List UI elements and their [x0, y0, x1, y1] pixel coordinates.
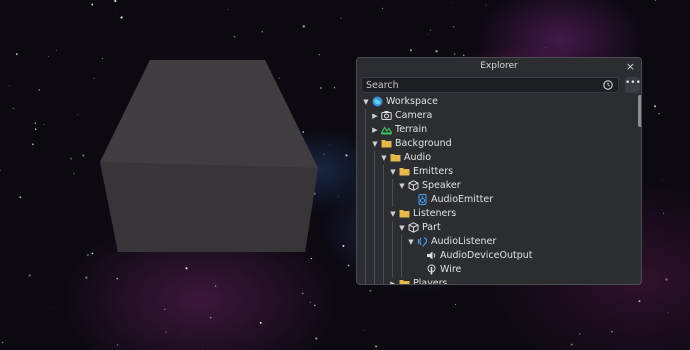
tree-item-label: AudioEmitter [431, 194, 494, 205]
search-placeholder: Search [366, 80, 399, 91]
explorer-title: Explorer [480, 61, 518, 71]
tree-item-camera[interactable]: ▶ Camera [357, 109, 637, 123]
folder-icon [390, 152, 401, 163]
tree-item-players[interactable]: ▶ Players [357, 277, 637, 285]
terrain-icon [380, 124, 393, 135]
expanded-arrow-icon[interactable]: ▼ [398, 221, 406, 235]
expanded-arrow-icon[interactable]: ▼ [389, 165, 397, 179]
tree-item-audio[interactable]: ▼ Audio [357, 151, 637, 165]
tree-item-label: Workspace [386, 96, 438, 107]
tree-item-label: Camera [395, 110, 433, 121]
tree-item-label: Players [413, 278, 448, 285]
tree-item-audiodeviceoutput[interactable]: AudioDeviceOutput [357, 249, 637, 263]
tree-item-label: AudioDeviceOutput [440, 250, 533, 261]
tree-item-label: Listeners [413, 208, 457, 219]
explorer-tree: ▼ Workspace ▶ Camera ▶ Terrain ▼ Background ▼ Aud… [357, 95, 637, 285]
expanded-arrow-icon[interactable]: ▼ [380, 151, 388, 165]
collapsed-arrow-icon[interactable]: ▶ [389, 277, 397, 284]
expanded-arrow-icon[interactable]: ▼ [398, 179, 406, 193]
tree-item-label: Wire [440, 264, 462, 275]
camera-icon [381, 110, 392, 121]
search-row: Search ••• [361, 77, 641, 93]
folder-icon [399, 166, 410, 177]
expanded-arrow-icon[interactable]: ▼ [407, 235, 415, 249]
audio-listener-icon [417, 236, 428, 247]
tree-item-audiolistener[interactable]: ▼ AudioListener [357, 235, 637, 249]
audio-emitter-icon [417, 194, 428, 205]
expanded-arrow-icon[interactable]: ▼ [389, 207, 397, 221]
part-cube-icon [408, 222, 419, 233]
history-icon[interactable] [602, 79, 614, 91]
tree-item-listeners[interactable]: ▼ Listeners [357, 207, 637, 221]
wire-icon [426, 264, 437, 275]
globe-icon [372, 96, 383, 107]
tree-item-label: Background [395, 138, 452, 149]
collapsed-arrow-icon[interactable]: ▶ [371, 123, 379, 137]
expanded-arrow-icon[interactable]: ▼ [371, 137, 379, 151]
tree-item-wire[interactable]: Wire [357, 263, 637, 277]
tree-item-label: Speaker [422, 180, 461, 191]
tree-item-label: Emitters [413, 166, 454, 177]
close-icon[interactable]: × [626, 60, 635, 73]
tree-item-terrain[interactable]: ▶ Terrain [357, 123, 637, 137]
folder-icon [399, 278, 410, 284]
tree-item-label: Part [422, 222, 441, 233]
part-cube-icon [408, 180, 419, 191]
tree-item-speaker[interactable]: ▼ Speaker [357, 179, 637, 193]
folder-icon [381, 138, 392, 149]
more-options-button[interactable]: ••• [625, 77, 641, 93]
explorer-panel: Explorer × Search ••• ▼ Workspace ▶ Camera ▶… [356, 57, 642, 285]
tree-item-audioemitter[interactable]: AudioEmitter [357, 193, 637, 207]
expanded-arrow-icon[interactable]: ▼ [362, 95, 370, 109]
search-input[interactable]: Search [361, 77, 619, 93]
speaker-icon [426, 250, 437, 261]
tree-item-label: Audio [404, 152, 432, 163]
explorer-titlebar[interactable]: Explorer × [357, 58, 641, 75]
folder-icon [399, 208, 410, 219]
tree-item-background[interactable]: ▼ Background [357, 137, 637, 151]
tree-item-label: Terrain [395, 124, 428, 135]
tree-item-label: AudioListener [431, 236, 497, 247]
tree-item-emitters[interactable]: ▼ Emitters [357, 165, 637, 179]
scrollbar-thumb[interactable] [638, 95, 641, 127]
tree-item-part[interactable]: ▼ Part [357, 221, 637, 235]
tree-item-workspace[interactable]: ▼ Workspace [357, 95, 637, 109]
collapsed-arrow-icon[interactable]: ▶ [371, 109, 379, 123]
